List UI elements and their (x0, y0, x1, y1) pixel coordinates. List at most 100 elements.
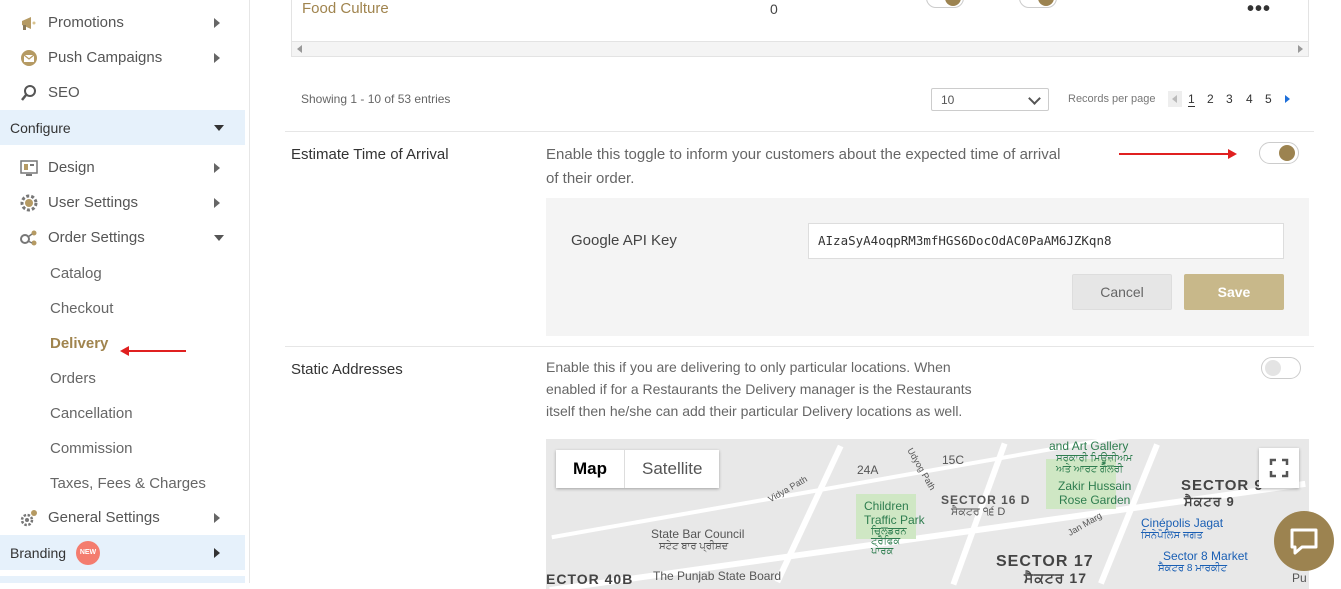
new-badge: NEW (76, 540, 100, 565)
horizontal-scrollbar[interactable] (292, 41, 1308, 56)
sidebar-next-section (0, 576, 245, 583)
page-link-1[interactable]: 1 (1188, 92, 1195, 107)
map-label: Zakir Hussain Rose Garden (1058, 479, 1132, 507)
static-addresses-description: Enable this if you are delivering to onl… (546, 359, 972, 419)
divider (285, 346, 1314, 347)
row-toggle[interactable] (926, 0, 964, 8)
chevron-right-icon (214, 512, 220, 523)
sidebar-subitem-cancellation[interactable]: Cancellation (50, 405, 133, 422)
annotation-arrow-right (1119, 149, 1237, 159)
chevron-right-icon (214, 52, 220, 63)
eta-toggle[interactable] (1259, 142, 1299, 164)
section-label: Branding (10, 544, 67, 561)
map-label: 24A (857, 463, 879, 477)
page-link-2[interactable]: 2 (1207, 92, 1214, 106)
map-label: SECTOR 9 (1181, 477, 1264, 494)
map-label: ਸਿਨੇਪੋਲਿਸ ਜਗਤ (1141, 530, 1203, 541)
save-button[interactable]: Save (1184, 274, 1284, 310)
page-link-3[interactable]: 3 (1226, 92, 1233, 106)
sidebar-section-configure[interactable]: Configure (0, 110, 245, 145)
chevron-right-icon (214, 547, 220, 558)
user-gear-icon (19, 193, 39, 213)
api-key-panel: Google API Key AIzaSyA4oqpRM3mfHGS6DocOd… (546, 198, 1309, 336)
sidebar-subitem-orders[interactable]: Orders (50, 370, 96, 387)
entries-summary: Showing 1 - 10 of 53 entries (301, 92, 451, 106)
chat-bubble-icon (1290, 528, 1318, 555)
sidebar-item-label: User Settings (48, 194, 139, 211)
map-label: SECTOR 16 D (941, 493, 1031, 507)
map-type-tabs: Map Satellite (556, 450, 720, 488)
chevron-right-icon (214, 197, 220, 208)
sidebar-subitem-delivery[interactable]: Delivery (50, 335, 108, 352)
page-link-5[interactable]: 5 (1265, 92, 1272, 106)
sidebar-item-seo[interactable]: SEO (0, 75, 245, 110)
sidebar-item-general-settings[interactable]: General Settings (0, 500, 245, 535)
toggle-knob (1038, 0, 1054, 6)
cancel-button[interactable]: Cancel (1072, 274, 1172, 310)
gears-icon (19, 508, 39, 528)
map-label: Children Traffic Park (864, 499, 925, 527)
table-row: Food Culture 0 ••• (292, 0, 1308, 41)
map-label: ਸੈਕਟਰ ੧੬ D (951, 506, 1006, 518)
records-per-page-label: Records per page (1068, 93, 1156, 105)
table-cell-name[interactable]: Food Culture (302, 0, 389, 17)
sidebar-subitem-catalog[interactable]: Catalog (50, 265, 102, 282)
megaphone-icon (19, 13, 39, 33)
map-label: SECTOR 17 (996, 553, 1094, 570)
map-label: ਸੈਕਟਰ 17 (1024, 570, 1087, 586)
map-tab-map[interactable]: Map (556, 450, 625, 488)
more-actions-icon[interactable]: ••• (1247, 0, 1271, 21)
sidebar-item-label: Design (48, 159, 95, 176)
annotation-arrow-left (120, 346, 186, 356)
api-key-input[interactable]: AIzaSyA4oqpRM3mfHGS6DocOdAC0PaAM6JZKqn8 (808, 223, 1284, 259)
toggle-knob (1265, 360, 1281, 376)
fullscreen-button[interactable] (1259, 448, 1299, 488)
chevron-right-icon (214, 17, 220, 28)
static-addresses-title: Static Addresses (291, 361, 403, 378)
sidebar-item-promotions[interactable]: Promotions (0, 5, 245, 40)
fullscreen-icon (1269, 458, 1289, 478)
table-cell-count: 0 (770, 1, 778, 17)
toggle-knob (945, 0, 961, 6)
map-label: State Bar Council (651, 527, 745, 541)
map-view[interactable]: and Art Gallery ਸਰਕਾਰੀ ਮਿਊਜ਼ੀਅਮ ਅਤੇ ਆਰਟ … (546, 439, 1309, 589)
static-addresses-toggle[interactable] (1261, 357, 1301, 379)
map-label: and Art Gallery (1049, 439, 1129, 453)
envelope-icon (19, 48, 39, 68)
sidebar-subitem-commission[interactable]: Commission (50, 440, 133, 457)
sidebar-item-label: General Settings (48, 509, 160, 526)
sidebar-item-label: Promotions (48, 14, 124, 31)
map-label: ਸੈਕਟਰ 8 ਮਾਰਕੀਟ (1158, 563, 1228, 574)
sidebar-item-order-settings[interactable]: Order Settings (0, 220, 245, 255)
chat-button[interactable] (1274, 511, 1334, 571)
chevron-down-icon (214, 124, 224, 131)
sidebar-section-branding[interactable]: Branding NEW (0, 535, 245, 570)
row-toggle[interactable] (1019, 0, 1057, 8)
page-link-4[interactable]: 4 (1246, 92, 1253, 106)
scroll-left-icon[interactable] (297, 45, 302, 53)
eta-title: Estimate Time of Arrival (291, 146, 449, 163)
map-label: Sector 8 Market (1163, 549, 1248, 563)
chevron-down-icon (214, 234, 224, 241)
map-label: Cinépolis Jagat (1141, 516, 1224, 530)
magnifier-icon (19, 83, 39, 103)
sidebar-subitem-taxes[interactable]: Taxes, Fees & Charges (50, 475, 206, 492)
order-settings-icon (19, 228, 39, 248)
map-tab-satellite[interactable]: Satellite (625, 450, 719, 488)
toggle-knob (1279, 145, 1295, 161)
sidebar-item-user-settings[interactable]: User Settings (0, 185, 245, 220)
map-label: The Punjab State Board (653, 569, 782, 583)
map-label: ਚਿਲਡਰਨ ਟ੍ਰੈਫਿਕ ਪਾਰਕ (871, 526, 907, 557)
prev-page-button[interactable] (1168, 91, 1182, 107)
eta-description: Enable this toggle to inform your custom… (546, 146, 1061, 187)
sidebar-subitem-checkout[interactable]: Checkout (50, 300, 113, 317)
sidebar-item-push-campaigns[interactable]: Push Campaigns (0, 40, 245, 75)
scroll-right-icon[interactable] (1298, 45, 1303, 53)
sidebar-item-design[interactable]: Design (0, 150, 245, 185)
map-label: ਸੈਕਟਰ 9 (1184, 494, 1235, 509)
per-page-value: 10 (941, 93, 955, 107)
sidebar-item-label: Order Settings (48, 229, 145, 246)
sidebar-item-label: SEO (48, 84, 80, 101)
next-page-icon[interactable] (1285, 95, 1290, 103)
per-page-select[interactable]: 10 (931, 88, 1049, 111)
